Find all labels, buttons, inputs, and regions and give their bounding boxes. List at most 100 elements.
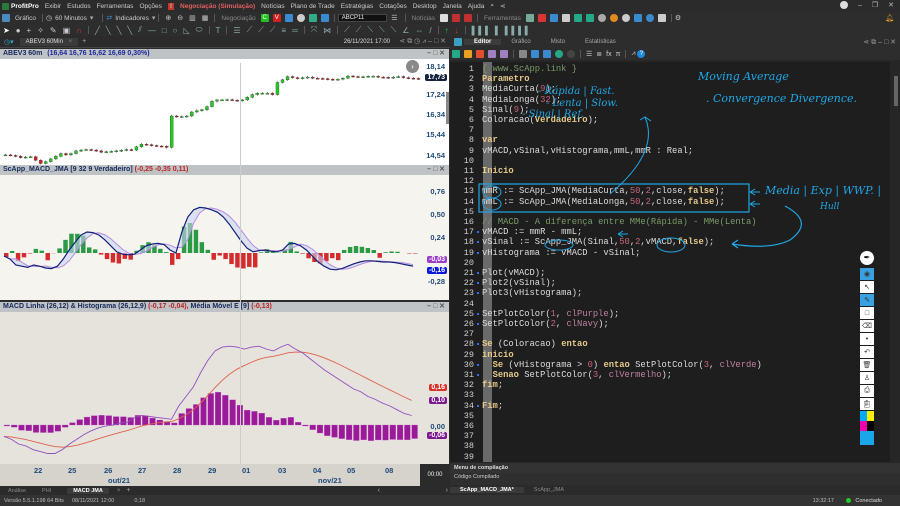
code-line[interactable]: Fim; <box>482 401 503 411</box>
hand-icon[interactable]: ● <box>16 26 21 35</box>
parallel-icon[interactable]: ═ <box>292 26 298 35</box>
code-line[interactable]: fim; <box>482 380 503 390</box>
panel-icon[interactable] <box>320 14 329 22</box>
menu-estudos[interactable]: Estudos <box>67 3 91 10</box>
chevron-down-icon[interactable]: ▾ <box>90 14 94 22</box>
bars-pattern-icon[interactable]: ▌▌▌ ▌ ▌▌▌▌ <box>472 26 532 35</box>
pen-icon[interactable]: ╱ <box>95 26 100 35</box>
triangle-icon[interactable]: ◺ <box>184 26 190 35</box>
indent-icon[interactable]: ☰ <box>586 50 592 58</box>
code-line[interactable]: Plot2(vSinal); <box>482 278 556 288</box>
vline-icon[interactable]: / <box>429 26 431 35</box>
stop-icon[interactable] <box>567 50 575 58</box>
menu-ferramentas[interactable]: Ferramentas <box>97 3 134 10</box>
menu-cotacoes[interactable]: Cotações <box>379 3 406 10</box>
menu-plano-de-trade[interactable]: Plano de Trade <box>291 3 335 10</box>
code-line[interactable]: SetPlotColor(1, clPurple); <box>482 309 619 319</box>
color-palette[interactable] <box>860 411 874 431</box>
pi-icon[interactable]: π <box>616 51 621 58</box>
fibonacci-icon[interactable]: ☰ <box>233 26 240 35</box>
alarm-icon[interactable] <box>597 14 606 22</box>
news-alert-icon[interactable] <box>452 14 461 22</box>
undo-icon[interactable]: ↶ <box>860 346 874 358</box>
macd-jma-plot[interactable] <box>0 175 449 300</box>
code-line[interactable]: vHistograma := vMACD - vSinal; <box>482 248 640 258</box>
code-line[interactable]: vMACD := mmR - mmL; <box>482 227 582 237</box>
current-color-swatch[interactable] <box>860 431 874 445</box>
zoom-in-icon[interactable]: ⊕ <box>165 14 171 22</box>
dot-size-icon[interactable]: • <box>860 333 874 345</box>
eye-icon[interactable]: ◉ <box>860 268 874 280</box>
import-icon[interactable] <box>543 50 551 58</box>
menu-desktop[interactable]: Desktop <box>413 3 437 10</box>
restore-button[interactable]: ❐ <box>872 1 878 9</box>
chart-window-controls[interactable]: ⋖ ⧉ ◷ ⩘ – □ ✕ <box>399 37 446 46</box>
workspace-tab-analise[interactable]: Análise <box>8 488 26 494</box>
ellipse-icon[interactable]: ○ <box>173 26 178 35</box>
pie-icon[interactable] <box>296 14 305 22</box>
scroll-right-icon[interactable]: › <box>446 487 448 494</box>
code-line[interactable]: { www.ScApp.link } <box>482 64 577 74</box>
breakpoint-marker[interactable] <box>477 272 479 274</box>
color-cyan[interactable] <box>860 411 867 421</box>
menu-estrategias[interactable]: Estratégias <box>341 3 374 10</box>
menu-exibir[interactable]: Exibir <box>45 3 61 10</box>
file-tab-macd-jma[interactable]: ScApp_MACD_JMA* <box>450 487 524 493</box>
code-line[interactable]: Plot(vMACD); <box>482 268 545 278</box>
code-line[interactable]: var <box>482 135 498 145</box>
user-icon[interactable] <box>839 1 848 9</box>
tab-misto[interactable]: Misto <box>541 39 575 45</box>
color-magenta[interactable] <box>860 421 867 431</box>
menu-ajuda[interactable]: Ajuda <box>468 3 485 10</box>
tool-3-icon[interactable] <box>549 14 558 22</box>
clock-tab-icon[interactable]: ◷▾ <box>4 38 14 46</box>
pointer-icon[interactable]: ↖ <box>860 281 874 293</box>
add-workspace-icon[interactable]: + <box>126 487 130 494</box>
pane-window-controls[interactable]: – □ ✕ <box>427 49 445 59</box>
code-line[interactable]: vSinal := ScApp_JMA(Sinal,50,2,vMACD,fal… <box>482 237 714 247</box>
fib-fan-icon[interactable]: ⟋ <box>258 25 264 35</box>
code-line[interactable]: Inicio <box>482 166 514 176</box>
education-icon[interactable] <box>657 14 666 22</box>
color-black[interactable] <box>867 421 874 431</box>
format-icon[interactable]: ≣ <box>596 50 602 58</box>
breakpoint-marker[interactable] <box>477 292 479 295</box>
scroll-right-button[interactable]: › <box>406 60 419 73</box>
menu-janela[interactable]: Janela <box>443 3 462 10</box>
workspace-tab-macd-jma[interactable]: MACD JMA <box>67 487 109 494</box>
zoom-out-icon[interactable]: ⊖ <box>177 14 183 22</box>
code-editor[interactable]: 1{ www.ScApp.link } 2 Parametro 3 MediaCurta… <box>450 62 898 462</box>
eraser-icon[interactable]: ⌫ <box>860 320 874 332</box>
close-button[interactable]: ✕ <box>888 1 894 9</box>
cursor-icon[interactable]: ➤ <box>3 26 10 35</box>
settings-icon[interactable]: ⚙ <box>675 14 681 22</box>
trend-icon[interactable]: ╲ <box>127 26 132 35</box>
tool-2-icon[interactable] <box>537 14 546 22</box>
chat-icon[interactable] <box>645 14 654 22</box>
list-icon[interactable]: ☰ <box>391 14 397 22</box>
clipboard-icon[interactable]: 📋︎ <box>860 398 874 410</box>
code-line[interactable]: vMACD,vSinal,vHistograma,mmL,mmR : Real; <box>482 146 693 156</box>
indicadores-button[interactable]: Indicadores <box>115 15 149 22</box>
tool-5-icon[interactable] <box>573 14 582 22</box>
chart-type-icon[interactable]: ▥ <box>189 14 196 22</box>
share-icon[interactable]: ⋖ <box>500 2 505 10</box>
copy-icon[interactable] <box>519 50 527 58</box>
code-line[interactable]: mmR := ScApp_JMA(MediaCurta,50,2,close,f… <box>482 186 725 196</box>
tool-7-icon[interactable] <box>621 14 630 22</box>
close-tab-icon[interactable]: × <box>117 488 121 494</box>
price-candles[interactable] <box>0 59 449 171</box>
open-remote-icon[interactable] <box>476 50 484 58</box>
crosshair-icon[interactable]: + <box>27 26 32 35</box>
file-tab-jma[interactable]: ScApp_JMA <box>524 487 574 493</box>
search-icon[interactable]: ⌕ <box>490 2 494 10</box>
regression-icon[interactable]: ⟍ <box>379 25 385 35</box>
bars-icon[interactable] <box>308 14 317 22</box>
help-icon[interactable]: ? <box>637 50 646 58</box>
marker-icon[interactable]: ✎ <box>860 294 874 306</box>
save-icon[interactable] <box>488 50 496 58</box>
fib-time-icon[interactable]: ≡ <box>281 26 286 35</box>
timeframe-select[interactable]: 60 Minutos <box>55 15 87 22</box>
angle-icon[interactable]: ∠ <box>402 26 409 35</box>
trash-icon[interactable]: 🗑︎ <box>860 359 874 371</box>
